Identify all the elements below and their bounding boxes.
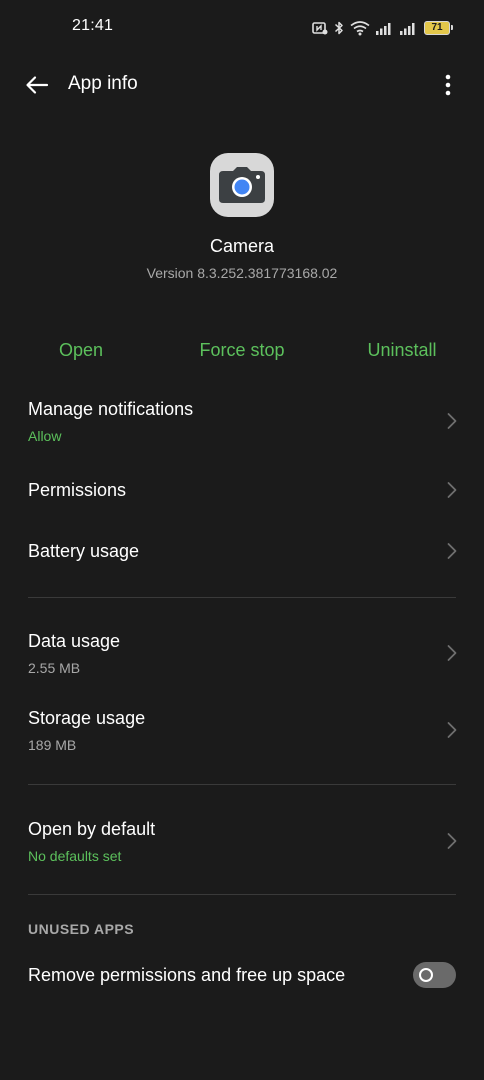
battery-level: 71 bbox=[431, 22, 443, 33]
permissions-row[interactable]: Permissions bbox=[0, 468, 484, 512]
manage-notifications-row[interactable]: Manage notifications Allow bbox=[0, 390, 484, 454]
row-subtitle: Allow bbox=[28, 428, 62, 444]
toggle-knob bbox=[419, 968, 433, 982]
more-options-button[interactable] bbox=[438, 70, 458, 100]
status-bar: 21:41 71 bbox=[0, 0, 484, 56]
remove-permissions-row[interactable]: Remove permissions and free up space bbox=[0, 954, 484, 998]
more-vert-icon bbox=[445, 74, 451, 96]
wifi-icon bbox=[350, 20, 370, 36]
chevron-right-icon bbox=[447, 543, 457, 559]
row-title: Open by default bbox=[28, 819, 156, 839]
app-name: Camera bbox=[209, 236, 275, 256]
app-version: Version 8.3.252.381773168.02 bbox=[146, 265, 338, 281]
chevron-right-icon bbox=[447, 413, 457, 429]
uninstall-button[interactable]: Uninstall bbox=[332, 340, 472, 361]
divider bbox=[28, 894, 456, 895]
data-usage-row[interactable]: Data usage 2.55 MB bbox=[0, 622, 484, 686]
chevron-right-icon bbox=[447, 645, 457, 661]
toolbar: App info bbox=[0, 56, 484, 112]
status-icons: 71 bbox=[312, 19, 453, 37]
nfc-icon bbox=[312, 21, 328, 35]
chevron-right-icon bbox=[447, 833, 457, 849]
row-title: Permissions bbox=[28, 480, 127, 500]
row-title: Data usage bbox=[28, 631, 121, 651]
signal-icon bbox=[400, 21, 418, 35]
row-title: Storage usage bbox=[28, 708, 146, 728]
divider bbox=[28, 784, 456, 785]
battery-icon: 71 bbox=[424, 21, 453, 35]
storage-usage-row[interactable]: Storage usage 189 MB bbox=[0, 699, 484, 763]
row-subtitle: No defaults set bbox=[28, 848, 122, 864]
row-title: Battery usage bbox=[28, 541, 140, 561]
row-title: Manage notifications bbox=[28, 399, 194, 419]
chevron-right-icon bbox=[447, 722, 457, 738]
open-button[interactable]: Open bbox=[11, 340, 151, 361]
arrow-left-icon bbox=[26, 76, 49, 94]
back-button[interactable] bbox=[22, 70, 52, 100]
bluetooth-icon bbox=[334, 20, 344, 36]
camera-icon bbox=[210, 153, 274, 217]
remove-permissions-toggle[interactable] bbox=[413, 962, 456, 988]
signal-icon bbox=[376, 21, 394, 35]
status-time: 21:41 bbox=[72, 17, 114, 34]
row-subtitle: 189 MB bbox=[28, 737, 77, 753]
force-stop-button[interactable]: Force stop bbox=[172, 340, 312, 361]
battery-usage-row[interactable]: Battery usage bbox=[0, 530, 484, 574]
open-by-default-row[interactable]: Open by default No defaults set bbox=[0, 810, 484, 874]
unused-apps-header: UNUSED APPS bbox=[28, 921, 135, 937]
divider bbox=[28, 597, 456, 598]
row-subtitle: 2.55 MB bbox=[28, 660, 81, 676]
page-title: App info bbox=[68, 73, 138, 94]
chevron-right-icon bbox=[447, 482, 457, 498]
row-title: Remove permissions and free up space bbox=[28, 965, 346, 985]
